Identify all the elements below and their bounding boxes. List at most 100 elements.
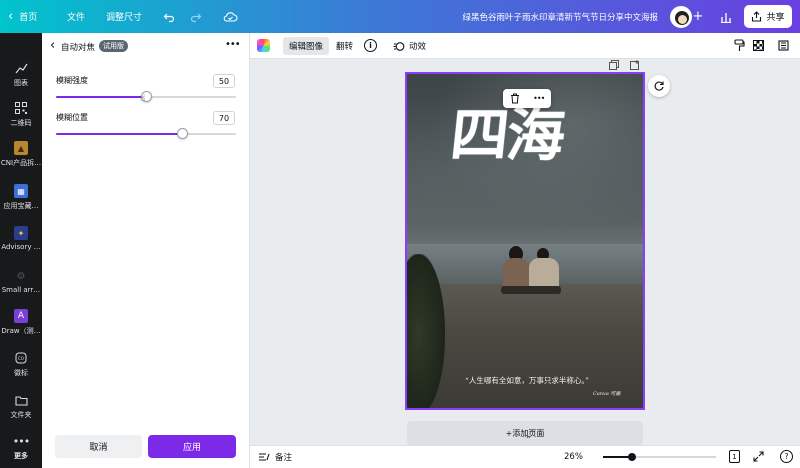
document-title[interactable]: 绿黑色谷雨叶子雨水印章清新节气节日分享中文海报 (462, 0, 658, 33)
element-toolbar: ••• (503, 89, 551, 108)
home-label: 首页 (19, 13, 38, 23)
rail-item-label: Draw（测… (1, 327, 41, 335)
redo-button[interactable] (187, 0, 205, 33)
blur-strength-value[interactable]: 50 (213, 74, 235, 88)
rail-item-folder[interactable]: 文件夹 (0, 393, 42, 420)
rail-item-more[interactable]: ••• 更多 (0, 434, 42, 461)
couple (501, 246, 561, 302)
notes-icon (259, 453, 270, 461)
flip-button[interactable]: 翻转 (336, 37, 353, 55)
file-menu[interactable]: 文件 (67, 0, 85, 33)
context-toolbar: 编辑图像 翻转 i 动效 (250, 33, 800, 59)
trash-icon[interactable] (510, 93, 520, 104)
panel-title: 自动对焦 (61, 43, 96, 53)
blur-position-handle[interactable] (177, 128, 188, 139)
animate-button[interactable]: 动效 (393, 37, 426, 55)
folder-icon (14, 393, 28, 407)
rail-item-label: Small arr… (1, 286, 41, 294)
fullscreen-icon[interactable] (753, 451, 764, 465)
color-swatch-icon[interactable] (257, 39, 270, 52)
rail-item-cni-app[interactable]: ▲ CNI产品拆… (0, 141, 42, 168)
blur-position-slider[interactable] (56, 128, 236, 139)
foliage (407, 254, 445, 408)
share-label: 共享 (766, 13, 785, 23)
logo-icon: CO (14, 351, 28, 365)
more-options-icon[interactable]: ••• (533, 94, 545, 103)
blur-position-label: 模糊位置 (56, 113, 88, 122)
resize-button[interactable]: 调整尺寸 (106, 0, 142, 33)
page-number: 1 (732, 452, 737, 461)
insights-button[interactable] (716, 0, 736, 33)
rail-item-qr-code[interactable]: 二维码 (0, 101, 42, 128)
resize-label: 调整尺寸 (106, 13, 143, 23)
avatar[interactable] (670, 6, 692, 28)
qr-code-icon (14, 101, 28, 115)
page-number-button[interactable]: 1 (729, 450, 740, 463)
animate-icon (393, 41, 405, 51)
info-icon[interactable]: i (364, 39, 377, 52)
animate-label: 动效 (409, 42, 427, 52)
rail-item-label: 徽标 (14, 369, 28, 377)
top-bar: ‹ 首页 文件 调整尺寸 绿黑色谷雨叶子雨水印章清新节气节日分享中文海报 + 共… (0, 0, 800, 33)
rail-item-small-arr[interactable]: ⚙ Small arr… (0, 269, 42, 295)
plus-icon: + (692, 9, 704, 24)
app-icon: ⚙ (16, 270, 26, 282)
apply-button[interactable]: 应用 (148, 435, 236, 458)
add-collaborator-button[interactable]: + (690, 0, 706, 33)
transparency-icon[interactable] (753, 40, 764, 51)
blur-strength-label: 模糊强度 (56, 76, 88, 85)
more-options-icon[interactable]: ••• (225, 39, 241, 50)
blur-strength-fill (56, 96, 146, 98)
rail-item-chart[interactable]: 图表 (0, 61, 42, 88)
zoom-slider[interactable] (603, 453, 716, 461)
chart-icon (14, 61, 28, 75)
position-icon[interactable] (778, 39, 790, 55)
share-icon (752, 11, 762, 22)
document-title-text: 绿黑色谷雨叶子雨水印章清新节气节日分享中文海报 (462, 12, 658, 23)
cursor-hand-icon: ☝ (140, 94, 146, 104)
rail-item-label: 更多 (14, 452, 28, 460)
home-button[interactable]: ‹ 首页 (8, 0, 37, 33)
poster-title[interactable]: 四海 (447, 100, 614, 170)
rail-item-logo[interactable]: CO 徽标 (0, 351, 42, 378)
trial-badge: 试用版 (99, 40, 128, 52)
rail-item-app-treasure[interactable]: ▦ 应用宝藏… (0, 184, 42, 211)
bottom-bar: 备注 26% 1 ? (250, 445, 800, 468)
rail-item-draw[interactable]: A Draw（测… (0, 309, 42, 336)
blur-position-value[interactable]: 70 (213, 111, 235, 125)
paint-roller-icon[interactable] (734, 39, 745, 55)
rail-item-label: CNI产品拆… (0, 159, 42, 167)
blur-position-fill (56, 133, 182, 135)
more-icon: ••• (12, 434, 30, 448)
rail-item-label: Advisory … (1, 243, 41, 251)
undo-button[interactable] (160, 0, 178, 33)
cloud-check-icon (223, 11, 237, 22)
notes-button[interactable]: 备注 (258, 451, 292, 463)
file-menu-label: 文件 (67, 13, 86, 23)
undo-icon (163, 13, 175, 22)
help-icon[interactable]: ? (780, 450, 793, 463)
app-icon: ✦ (14, 226, 28, 240)
panel-header: ‹ 自动对焦 试用版 ••• (42, 33, 250, 60)
bar-chart-icon (721, 12, 731, 23)
rail-item-label: 文件夹 (10, 411, 32, 419)
edit-image-button[interactable]: 编辑图像 (283, 37, 330, 55)
chevron-left-icon: ‹ (8, 9, 14, 24)
flip-label: 翻转 (336, 42, 354, 52)
back-chevron-icon[interactable]: ‹ (50, 39, 55, 52)
blur-strength-slider[interactable] (56, 91, 236, 102)
draw-icon: A (14, 309, 28, 323)
cloud-save-button[interactable] (220, 0, 240, 33)
rotate-button[interactable] (648, 75, 670, 97)
share-button[interactable]: 共享 (744, 5, 792, 28)
poster-design[interactable]: 四海 ••• “人生哪有全如意，万事只求半称心。” Canva 可画 (405, 72, 645, 410)
app-icon: ▦ (14, 184, 28, 198)
cancel-button[interactable]: 取消 (55, 435, 142, 458)
chevron-up-icon[interactable]: ⌃ (525, 435, 532, 444)
svg-text:CO: CO (18, 356, 24, 361)
canvas-area: 四海 ••• “人生哪有全如意，万事只求半称心。” Canva 可画 +添加页面… (250, 59, 800, 445)
rail-item-label: 二维码 (10, 119, 32, 127)
poster-quote[interactable]: “人生哪有全如意，万事只求半称心。” (407, 375, 643, 386)
zoom-slider-handle[interactable] (628, 453, 637, 461)
rail-item-advisory[interactable]: ✦ Advisory … (0, 226, 42, 251)
